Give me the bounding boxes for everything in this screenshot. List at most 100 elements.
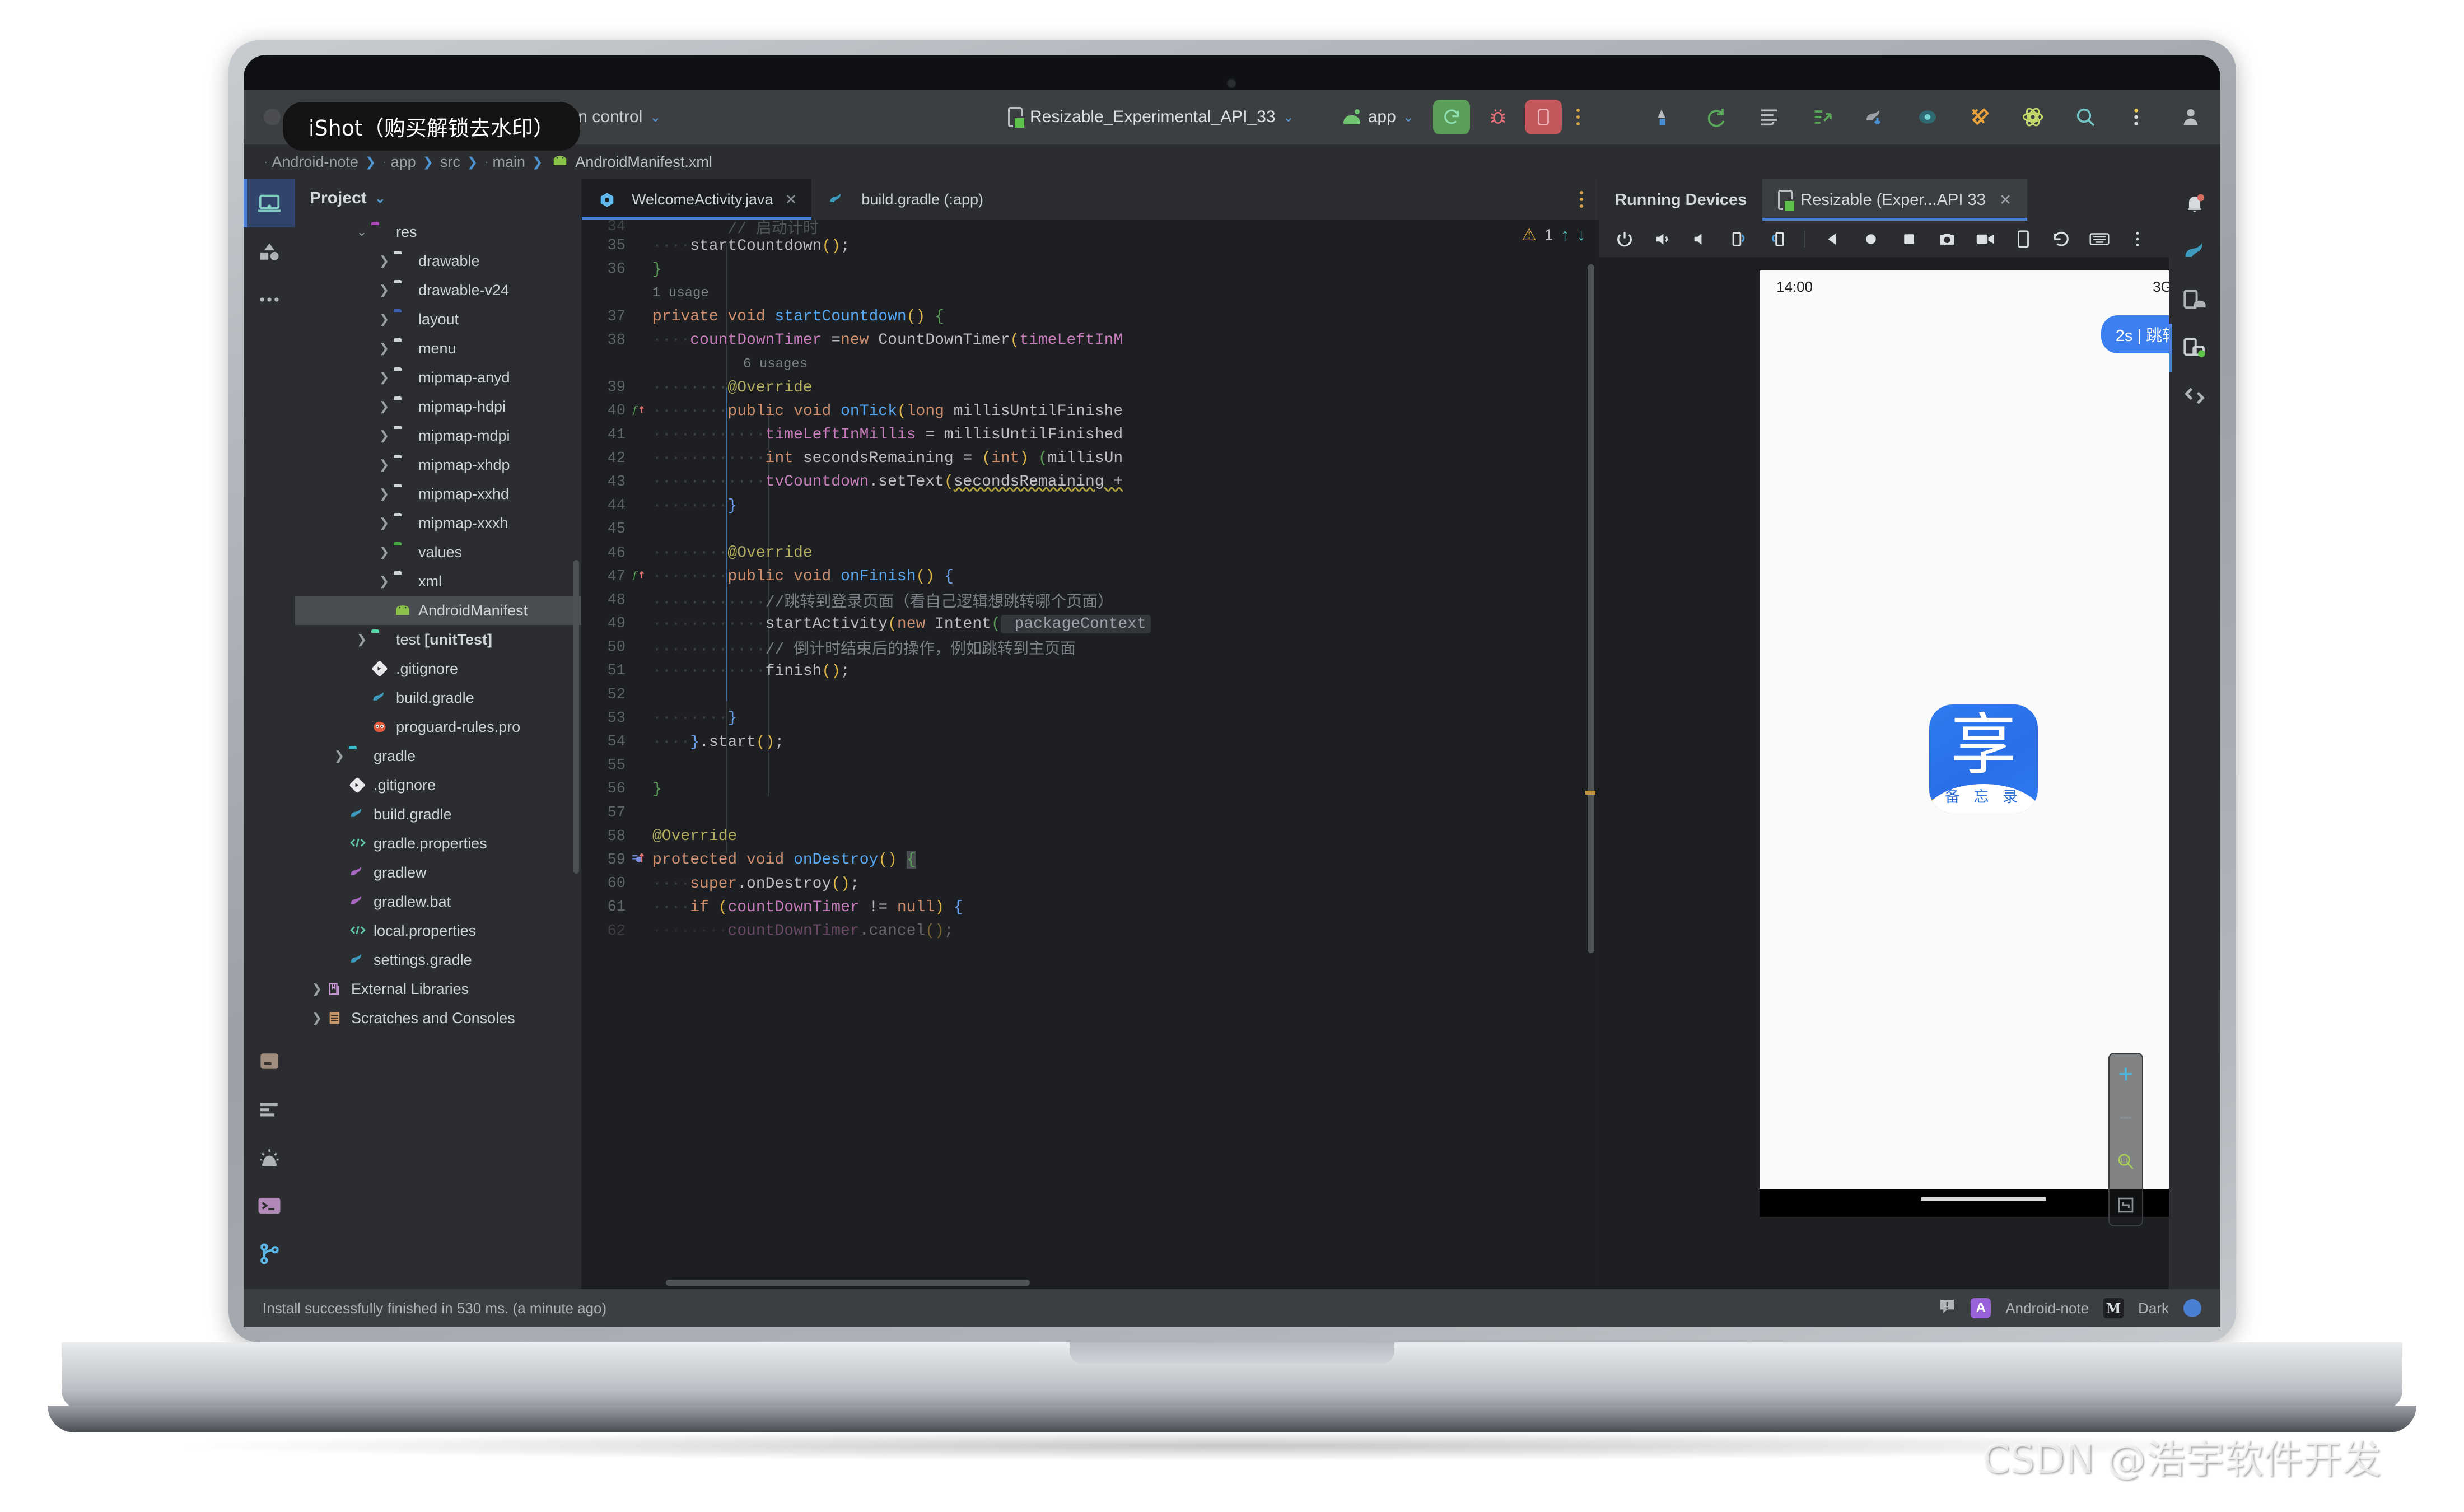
tree-item-scratches-and-consoles[interactable]: ❯ Scratches and Consoles [295, 1004, 581, 1033]
arrow-down-icon[interactable]: ↓ [1577, 226, 1585, 245]
redo-icon[interactable] [1704, 104, 1730, 130]
tree-item-menu[interactable]: ❯ menu [295, 334, 581, 363]
implementing-method-icon[interactable]: f [630, 567, 649, 586]
tree-item-local-properties[interactable]: local.properties [295, 916, 581, 945]
tree-item-gradlew[interactable]: gradlew [295, 858, 581, 887]
search-icon[interactable] [2073, 104, 2098, 130]
record-screen-icon[interactable] [1975, 228, 1996, 250]
close-window-button[interactable] [264, 109, 281, 125]
zoom-out-icon[interactable] [2113, 1105, 2138, 1130]
sidebar-item-more[interactable] [244, 276, 295, 324]
tree-item-values[interactable]: ❯ values [295, 538, 581, 567]
profiler-icon[interactable] [2020, 104, 2046, 130]
sidebar-item-gradle[interactable] [2169, 227, 2220, 276]
undo-icon[interactable] [1651, 104, 1677, 130]
sidebar-item-resource-manager[interactable] [244, 227, 295, 276]
tree-item-xml[interactable]: ❯ xml [295, 567, 581, 596]
chevron-right-icon[interactable]: ❯ [377, 254, 391, 268]
chevron-right-icon[interactable]: ❯ [377, 545, 391, 559]
record-icon[interactable] [1915, 104, 1940, 130]
volume-up-icon[interactable] [1652, 228, 1673, 250]
breadcrumb-item-1[interactable]: app [391, 153, 416, 171]
tree-item-proguard-rules-pro[interactable]: proguard-rules.pro [295, 712, 581, 741]
chevron-down-icon[interactable]: ⌄ [354, 225, 369, 239]
sidebar-item-terminal[interactable] [244, 1182, 295, 1230]
keyboard-icon[interactable] [2089, 228, 2110, 250]
breadcrumb-item-3[interactable]: main [493, 153, 526, 171]
message-icon[interactable] [1938, 1298, 1956, 1319]
more-icon[interactable] [2125, 104, 2151, 130]
gesture-bar[interactable] [1921, 1197, 2046, 1201]
chevron-right-icon[interactable]: ❯ [377, 487, 391, 501]
overriding-method-icon[interactable] [630, 851, 649, 869]
sidebar-item-project[interactable] [244, 179, 295, 227]
tree-item-mipmap-hdpi[interactable]: ❯ mipmap-hdpi [295, 392, 581, 421]
breadcrumb-item-0[interactable]: Android-note [272, 153, 358, 171]
sidebar-item-notifications[interactable] [2169, 179, 2220, 227]
rotate-left-icon[interactable] [1728, 228, 1749, 250]
breadcrumb-item-4[interactable]: AndroidManifest.xml [575, 153, 712, 171]
zoom-fit-icon[interactable] [2113, 1193, 2138, 1217]
run-configuration-selector[interactable]: app ⌄ [1343, 108, 1414, 127]
tree-item--gitignore[interactable]: .gitignore [295, 654, 581, 683]
chevron-down-icon[interactable]: ⌄ [375, 190, 386, 207]
editor-tabs[interactable]: WelcomeActivity.java ✕ build.gradle (:app) [582, 179, 1599, 220]
editor-vertical-scrollbar[interactable] [1588, 264, 1594, 953]
tree-item-build-gradle[interactable]: build.gradle [295, 800, 581, 829]
overview-icon[interactable] [1898, 228, 1920, 250]
tree-item-layout[interactable]: ❯ layout [295, 305, 581, 334]
stop-button[interactable] [1524, 100, 1562, 134]
chevron-right-icon[interactable]: ❯ [332, 749, 347, 763]
tree-item-mipmap-xxhd[interactable]: ❯ mipmap-xxhd [295, 479, 581, 508]
project-tree[interactable]: ⌄ res ❯ drawable ❯ drawable-v24 ❯ layout ❯ menu ❯ m… [295, 217, 581, 1289]
tree-item--gitignore[interactable]: .gitignore [295, 771, 581, 800]
status-project-name[interactable]: Android-note [2005, 1300, 2089, 1317]
build-tools-icon[interactable] [1967, 104, 1993, 130]
device-tab-resizable[interactable]: Resizable (Exper...API 33 ✕ [1762, 179, 2028, 221]
inspection-widget[interactable]: ⚠ 1 ↑ ↓ [1522, 225, 1585, 245]
chevron-right-icon[interactable]: ❯ [377, 399, 391, 414]
sidebar-item-problems[interactable] [244, 1133, 295, 1182]
editor-tabs-more-button[interactable] [1580, 191, 1583, 208]
chevron-right-icon[interactable]: ❯ [377, 574, 391, 589]
editor-horizontal-scrollbar[interactable] [666, 1280, 1030, 1286]
tree-item-external-libraries[interactable]: ❯ External Libraries [295, 974, 581, 1004]
editor-tab-build-gradle-app-[interactable]: build.gradle (:app) [811, 179, 998, 220]
breadcrumb-item-2[interactable]: src [440, 153, 460, 171]
make-project-icon[interactable] [1809, 104, 1835, 130]
gradle-sync-icon[interactable] [1862, 104, 1888, 130]
tree-item-settings-gradle[interactable]: settings.gradle [295, 945, 581, 974]
theme-name[interactable]: Dark [2138, 1300, 2169, 1317]
code-lines[interactable]: 34 // 启动计时 35 ····startCountdown(); 36} 1 us… [582, 220, 1599, 1289]
tree-item-mipmap-mdpi[interactable]: ❯ mipmap-mdpi [295, 421, 581, 450]
tree-item-res[interactable]: ⌄ res [295, 217, 581, 246]
screenshot-icon[interactable] [1936, 228, 1958, 250]
tree-item-drawable-v24[interactable]: ❯ drawable-v24 [295, 276, 581, 305]
zoom-actual-icon[interactable]: 1:1 [2113, 1149, 2138, 1174]
device-selector[interactable]: Resizable_Experimental_API_33 ⌄ [1008, 107, 1294, 129]
tree-item-test-unittest-[interactable]: ❯ test [unitTest] [295, 625, 581, 654]
chevron-right-icon[interactable]: ❯ [377, 458, 391, 472]
project-panel-header[interactable]: Project ⌄ [295, 179, 581, 217]
restore-icon[interactable] [2051, 228, 2072, 250]
chevron-right-icon[interactable]: ❯ [377, 283, 391, 297]
sidebar-item-device-manager[interactable] [2169, 276, 2220, 324]
sidebar-item-version-control[interactable] [244, 1230, 295, 1278]
sidebar-item-layout-inspector[interactable] [2169, 372, 2220, 420]
chevron-right-icon[interactable]: ❯ [377, 516, 391, 530]
tree-item-gradle-properties[interactable]: gradle.properties [295, 829, 581, 858]
reformat-icon[interactable] [1757, 104, 1782, 130]
chevron-right-icon[interactable]: ❯ [377, 312, 391, 326]
implementing-method-icon[interactable]: f [630, 402, 649, 421]
tree-item-mipmap-anyd[interactable]: ❯ mipmap-anyd [295, 363, 581, 392]
more-run-options-button[interactable] [1576, 109, 1580, 125]
device-frame-icon[interactable] [2013, 228, 2034, 250]
emulator-screen[interactable]: 14:00 3G 2s | 跳转 享 备 忘 录 [1760, 270, 2208, 1189]
chevron-right-icon[interactable]: ❯ [377, 370, 391, 385]
rerun-button[interactable] [1432, 100, 1470, 134]
status-indicator[interactable] [2183, 1299, 2201, 1317]
chevron-right-icon[interactable]: ❯ [310, 1011, 324, 1025]
project-tree-scrollbar[interactable] [573, 560, 579, 874]
back-icon[interactable] [1822, 228, 1844, 250]
debug-button[interactable] [1482, 101, 1514, 133]
